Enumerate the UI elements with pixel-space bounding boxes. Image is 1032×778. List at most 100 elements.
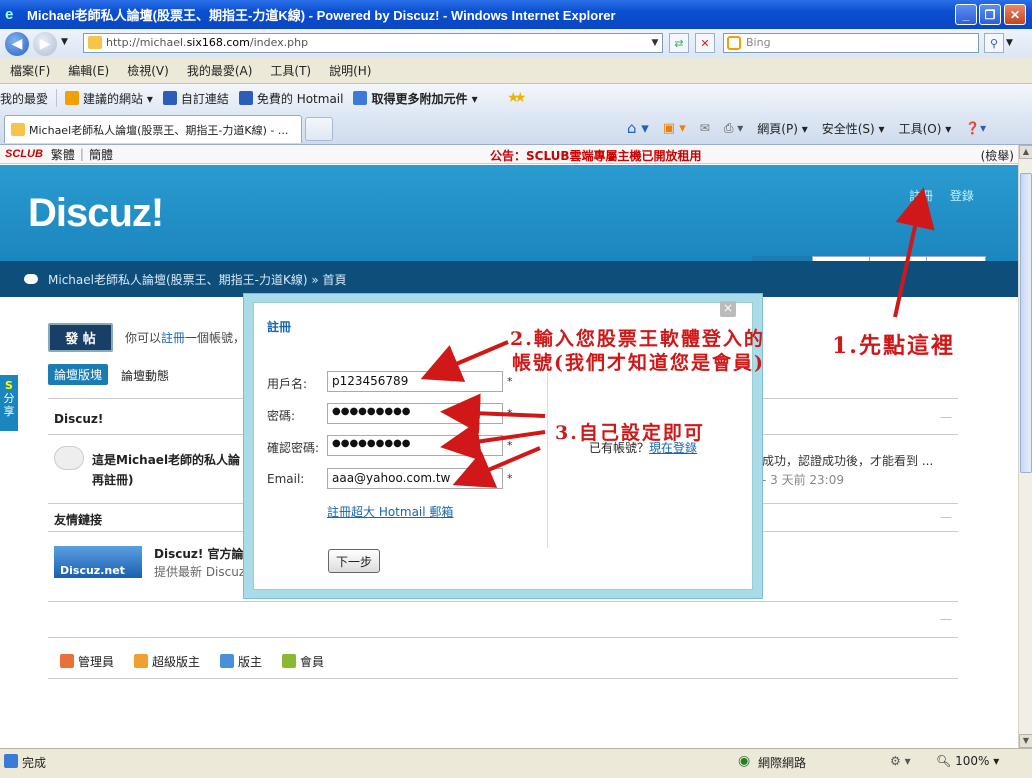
role-supermod: 超級版主	[134, 653, 200, 670]
safety-menu[interactable]: 安全性(S) ▾	[822, 120, 885, 137]
annotation-step2-line1: 2.輸入您股票王軟體登入的	[510, 328, 765, 350]
breadcrumb: Michael老師私人論壇(股票王、期指王-力道K線) » 首頁	[0, 261, 1018, 297]
search-go-icon[interactable]: ⚲	[984, 33, 1004, 53]
username-input[interactable]: p123456789	[327, 371, 503, 392]
page-scrollbar[interactable]: ▲ ▼	[1018, 145, 1032, 748]
status-bar: 完成 ◉ 網際網路 ⚙ ▾ 🔍︎ 100% ▾	[0, 748, 1032, 778]
collapse-icon[interactable]: —	[940, 410, 952, 424]
section-title-discuz[interactable]: Discuz!	[54, 412, 103, 426]
url-domain: six168.com	[186, 36, 250, 49]
site-favicon-icon	[88, 36, 102, 49]
hotmail-register-link[interactable]: 註冊超大 Hotmail 郵箱	[327, 503, 453, 520]
password-label: 密碼:	[267, 409, 296, 423]
browser-tab-active[interactable]: Michael老師私人論壇(股票王、期指王-力道K線) - ...	[4, 115, 302, 143]
divider	[48, 678, 958, 679]
user-icon	[134, 654, 149, 668]
sclub-topbar: SCLUB 繁體 | 簡體 公告：SCLUB雲端專屬主機已開放租用 (檢舉)	[0, 145, 1018, 164]
discuz-logo[interactable]: Discuz!	[28, 191, 164, 236]
page-menu[interactable]: 網頁(P) ▾	[757, 120, 807, 137]
scroll-up-icon[interactable]: ▲	[1019, 145, 1032, 159]
role-label: 會員	[300, 655, 325, 669]
new-tab-button[interactable]	[305, 117, 333, 141]
back-button[interactable]: ◀	[5, 32, 29, 56]
annotation-step2-line2: 帳號(我們才知道您是會員)	[512, 352, 765, 374]
discuz-net-logo[interactable]: Discuz.net	[54, 546, 142, 578]
zoom-control[interactable]: 🔍︎ 100% ▾	[936, 754, 999, 768]
site-favicon-icon	[11, 123, 25, 136]
email-input[interactable]: aaa@yahoo.com.tw	[327, 468, 503, 489]
close-icon[interactable]: ×	[720, 301, 736, 317]
url-dropdown-icon[interactable]: ▼	[648, 33, 662, 53]
fav-suggested-sites[interactable]: 建議的網站 ▾	[65, 90, 153, 107]
add-favorite-icon[interactable]: ★	[507, 90, 520, 106]
forum-last-post[interactable]: 成功，認證成功後，才能看到 ...	[762, 452, 933, 469]
favorites-bar: ★ 我的最愛 ★ 建議的網站 ▾ 自訂連結 免費的 Hotmail 取得更多附加…	[0, 84, 1032, 112]
rss-icon[interactable]: ▣ ▾	[663, 121, 686, 136]
help-icon[interactable]: ❓▾	[965, 121, 986, 135]
forward-button[interactable]: ▶	[33, 32, 57, 56]
menu-edit[interactable]: 編輯(E)	[68, 62, 109, 79]
lang-traditional-link[interactable]: 繁體	[51, 146, 75, 163]
search-options-icon[interactable]: ▼	[1006, 38, 1013, 48]
intro-register-link[interactable]: 註冊	[161, 331, 185, 345]
tab-forum-boards[interactable]: 論壇版塊	[48, 364, 109, 385]
menu-favorites[interactable]: 我的最愛(A)	[187, 62, 253, 79]
ie-logo-icon: e	[5, 5, 14, 23]
minimize-button[interactable]: _	[955, 4, 977, 25]
stop-icon[interactable]: ✕	[695, 33, 715, 53]
fav-custom-links[interactable]: 自訂連結	[162, 90, 229, 107]
new-post-button[interactable]: 發 帖	[48, 323, 113, 352]
menu-view[interactable]: 檢視(V)	[127, 62, 169, 79]
announcement-link[interactable]: 公告：SCLUB雲端專屬主機已開放租用	[490, 147, 702, 164]
window-titlebar: e Michael老師私人論壇(股票王、期指王-力道K線) - Powered …	[0, 0, 1032, 29]
mail-icon[interactable]: ✉	[700, 121, 710, 135]
forum-title-suffix[interactable]: 再註冊)	[92, 471, 134, 488]
window-title: Michael老師私人論壇(股票王、期指王-力道K線) - Powered by…	[27, 8, 616, 23]
tab-label: Michael老師私人論壇(股票王、期指王-力道K線) - ...	[29, 123, 289, 137]
intro-text: 你可以註冊一個帳號，	[125, 329, 245, 346]
menu-tools[interactable]: 工具(T)	[270, 62, 311, 79]
menu-help[interactable]: 說明(H)	[329, 62, 371, 79]
report-link[interactable]: (檢舉)	[981, 147, 1014, 164]
tab-forum-activity[interactable]: 論壇動態	[121, 367, 169, 384]
home-icon[interactable]: ⌂ ▾	[627, 119, 649, 137]
collapse-icon[interactable]: —	[940, 612, 952, 626]
collapse-icon[interactable]: —	[940, 510, 952, 524]
close-button[interactable]: ✕	[1004, 4, 1026, 25]
fav-label: 取得更多附加元件 ▾	[371, 91, 478, 106]
required-mark: *	[507, 407, 513, 420]
page-icon	[4, 754, 18, 768]
favorites-button[interactable]: 我的最愛	[0, 90, 48, 107]
next-step-button[interactable]: 下一步	[328, 549, 380, 573]
confirm-password-input[interactable]: ●●●●●●●●●	[327, 435, 503, 456]
fav-addons[interactable]: 取得更多附加元件 ▾	[353, 90, 478, 107]
role-member: 會員	[282, 653, 324, 670]
sclub-logo[interactable]: SCLUB	[5, 148, 43, 160]
scroll-thumb[interactable]	[1020, 173, 1032, 473]
url-input[interactable]: http://michael.six168.com/index.php	[83, 33, 663, 53]
login-link[interactable]: 登錄	[950, 189, 974, 203]
link-title[interactable]: Discuz! 官方論	[154, 545, 244, 562]
scroll-down-icon[interactable]: ▼	[1019, 734, 1032, 748]
fav-hotmail[interactable]: 免費的 Hotmail	[238, 90, 343, 107]
refresh-icon[interactable]: ⇄	[669, 33, 689, 53]
password-input[interactable]: ●●●●●●●●●	[327, 403, 503, 424]
annotation-step1: 1.先點這裡	[832, 333, 955, 359]
print-icon[interactable]: ⎙ ▾	[724, 121, 743, 136]
register-link[interactable]: 註冊	[909, 189, 933, 203]
lang-simplified-link[interactable]: 簡體	[89, 146, 113, 163]
required-mark: *	[507, 439, 513, 452]
forum-title[interactable]: 這是Michael老師的私人論	[92, 451, 240, 468]
divider	[547, 373, 548, 548]
maximize-button[interactable]: ❐	[979, 4, 1001, 25]
breadcrumb-text[interactable]: Michael老師私人論壇(股票王、期指王-力道K線) » 首頁	[48, 271, 347, 288]
protected-mode-icon[interactable]: ⚙ ▾	[890, 754, 911, 768]
menu-file[interactable]: 檔案(F)	[10, 62, 50, 79]
tools-menu[interactable]: 工具(O) ▾	[899, 120, 952, 137]
ie-addon-icon	[353, 91, 368, 105]
history-dropdown-icon[interactable]: ▼	[61, 37, 68, 47]
command-bar: ⌂ ▾ ▣ ▾ ✉ ⎙ ▾ 網頁(P) ▾ 安全性(S) ▾ 工具(O) ▾ ❓…	[620, 117, 993, 139]
search-input[interactable]: Bing	[723, 33, 979, 53]
share-side-button[interactable]: S 分享	[0, 375, 18, 431]
status-text: 完成	[22, 756, 47, 770]
